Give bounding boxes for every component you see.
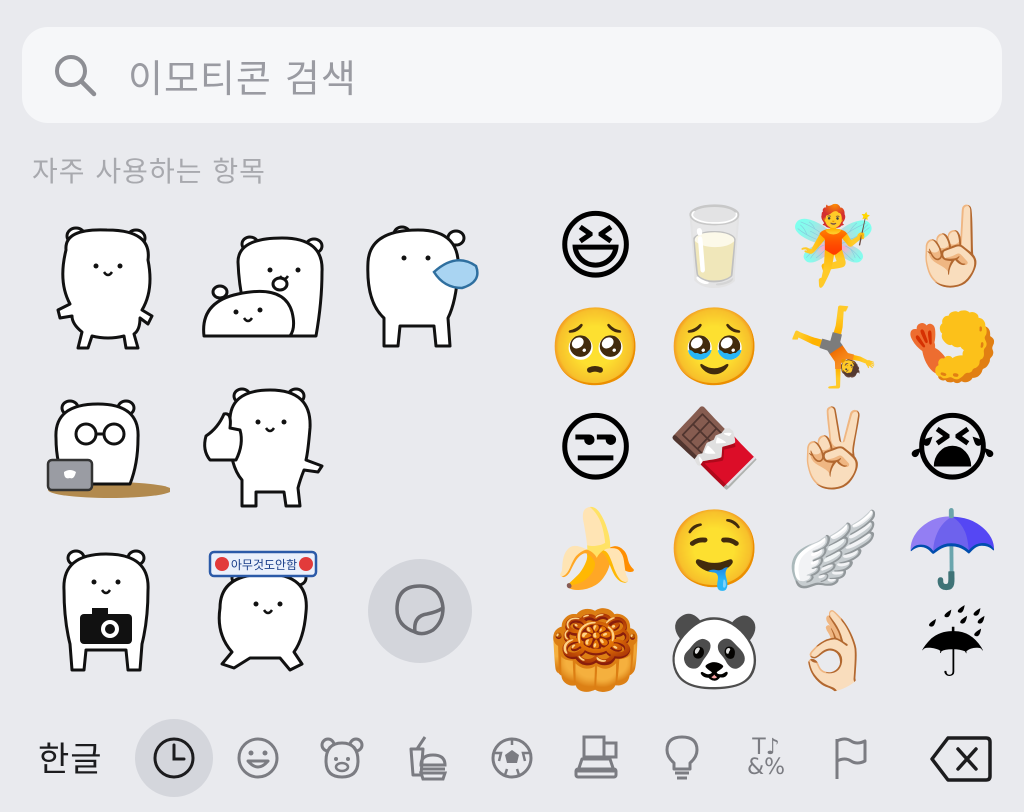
objects-icon [665,735,699,780]
sticker-peel-icon [393,582,447,640]
emoji-umbrella-with-rain-drops[interactable]: ☔ [896,599,1009,700]
emoji-keyboard: 이모티콘 검색 자주 사용하는 항목 아무것도안함 😆 🥛 🧚 ☝🏻 🥺 🥹 🤸… [0,0,1024,812]
symbols-label-bottom: &% [746,755,786,780]
sticker-bear-with-glasses-laptop[interactable] [40,398,170,498]
category-travel[interactable] [570,732,622,784]
search-placeholder: 이모티콘 검색 [128,56,357,101]
emoji-glass-of-milk[interactable]: 🥛 [658,195,771,296]
category-smileys[interactable] [232,732,284,784]
emoji-index-pointing-up[interactable]: ☝🏻 [896,195,1009,296]
recent-icon [153,737,195,779]
emoji-wing[interactable]: 🪽 [777,498,890,599]
category-recent[interactable] [135,719,213,797]
category-flags[interactable] [824,732,876,784]
category-bar: 한글 T♪ &% [0,712,1024,812]
search-icon [52,52,98,98]
sticker-two-bears[interactable] [198,232,328,340]
emoji-grinning-squinting-face[interactable]: 😆 [539,195,652,296]
emoji-banana[interactable]: 🍌 [539,498,652,599]
category-objects[interactable] [656,732,708,784]
sticker-bear-drinking-water[interactable] [358,222,482,352]
emoji-drooling-face[interactable]: 🤤 [658,498,771,599]
emoji-loudly-crying-face[interactable]: 😭 [896,397,1009,498]
emoji-umbrella[interactable]: ☂️ [896,498,1009,599]
search-field[interactable]: 이모티콘 검색 [22,27,1002,123]
banner-text: 아무것도안함 [231,558,297,572]
sticker-bear-with-banner[interactable]: 아무것도안함 [206,548,322,674]
emoji-person-cartwheeling[interactable]: 🤸 [777,296,890,397]
food-icon [409,736,448,781]
emoji-panda[interactable]: 🐼 [658,599,771,700]
category-animals[interactable] [316,732,368,784]
sticker-bear-dancing[interactable] [52,220,162,352]
emoji-fried-shrimp[interactable]: 🍤 [896,296,1009,397]
category-activity[interactable] [486,732,538,784]
emoji-victory-hand[interactable]: ✌🏻 [777,397,890,498]
emoji-pleading-face[interactable]: 🥺 [539,296,652,397]
travel-icon [574,735,618,779]
animals-icon [320,737,364,779]
emoji-moon-cake[interactable]: 🥮 [539,599,652,700]
sticker-bear-with-camera[interactable] [58,546,154,676]
section-title: 자주 사용하는 항목 [32,155,266,188]
emoji-ok-hand[interactable]: 👌🏻 [777,599,890,700]
emoji-chocolate-bar[interactable]: 🍫 [658,397,771,498]
sticker-toggle-button[interactable] [368,559,472,663]
backspace-icon [930,736,992,782]
sticker-bear-thumbs-up[interactable] [200,384,326,510]
language-key[interactable]: 한글 [38,732,103,781]
emoji-unamused-face[interactable]: 😒 [539,397,652,498]
emoji-fairy[interactable]: 🧚 [777,195,890,296]
category-food[interactable] [400,732,452,784]
category-symbols[interactable]: T♪ &% [740,732,792,784]
backspace-button[interactable] [930,734,992,788]
symbols-icon: T♪ &% [746,737,786,780]
activity-icon [491,737,533,779]
flags-icon [835,737,867,779]
recent-emoji-grid: 😆 🥛 🧚 ☝🏻 🥺 🥹 🤸 🍤 😒 🍫 ✌🏻 😭 🍌 🤤 🪽 ☂️ 🥮 🐼 👌🏻 ☔ [539,195,1009,705]
emoji-face-holding-back-tears[interactable]: 🥹 [658,296,771,397]
smileys-icon [237,737,279,779]
